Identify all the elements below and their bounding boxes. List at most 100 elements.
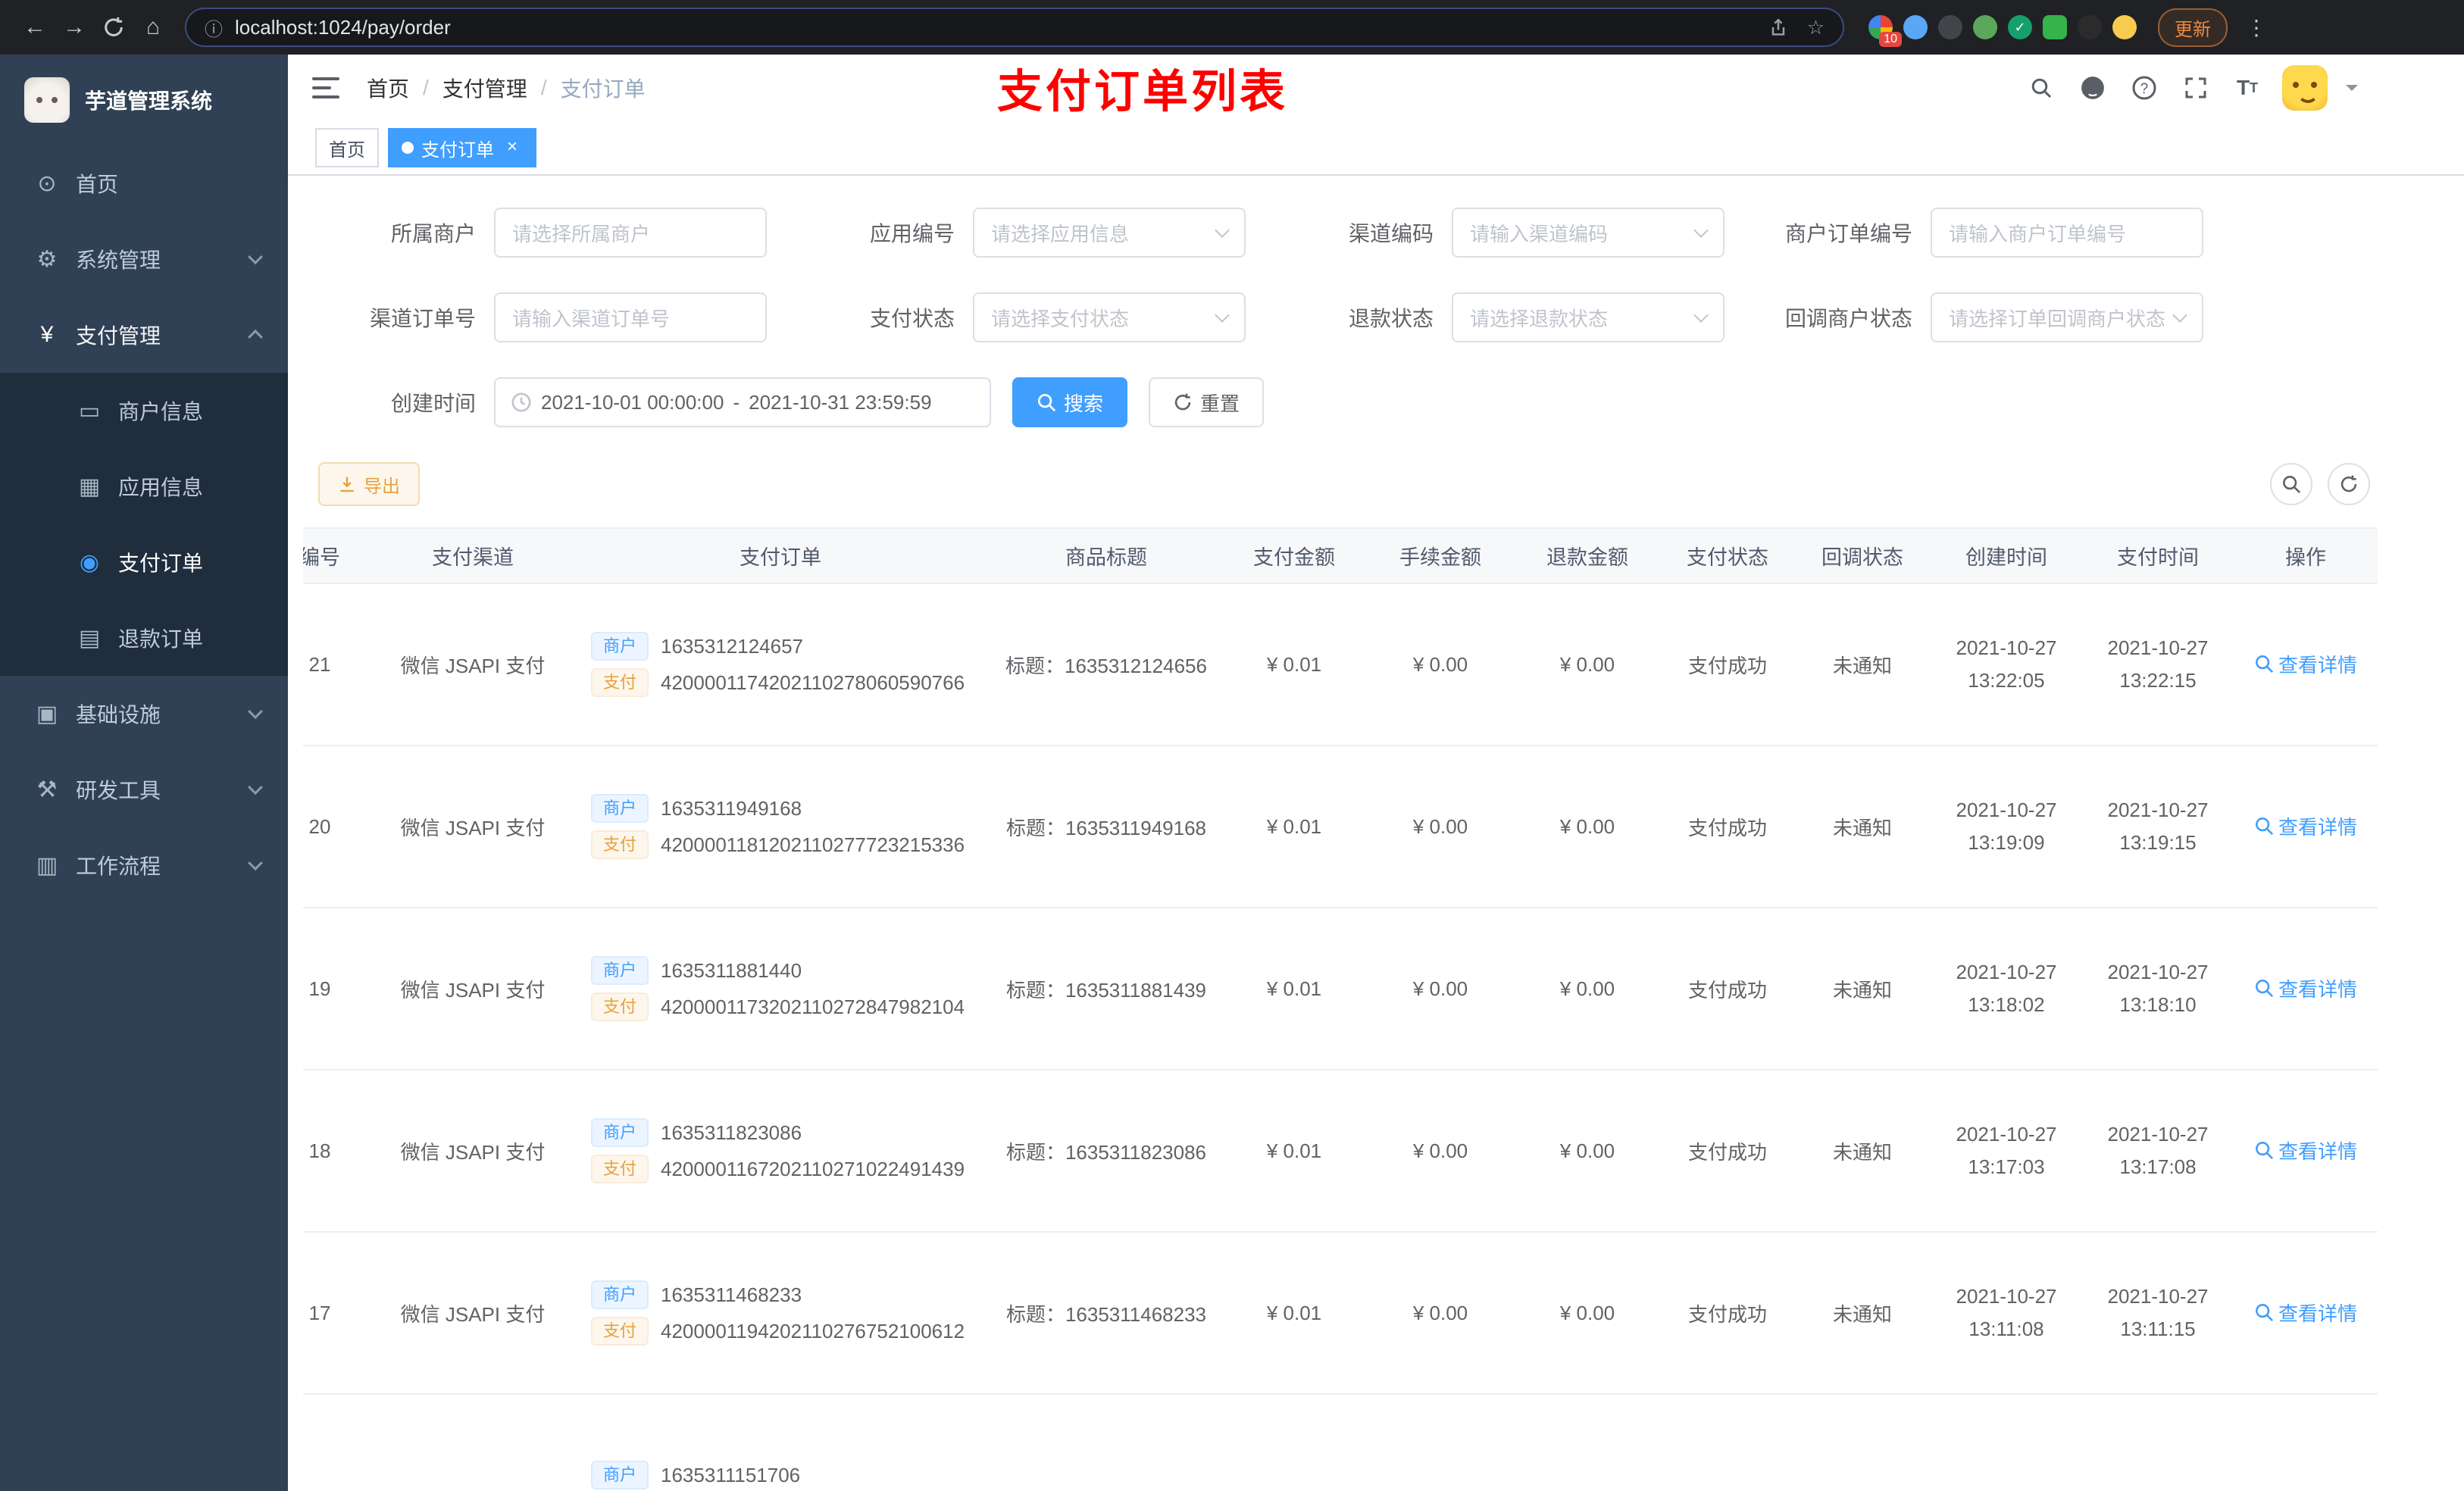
share-icon[interactable] [1768,17,1789,38]
callback-status-label: 回调商户状态 [1784,307,1912,330]
sidebar-item-infra[interactable]: ▣ 基础设施 [0,676,288,752]
cell-action: 查看详情 [2234,746,2378,908]
bookmark-star-icon[interactable]: ☆ [1807,16,1825,39]
search-icon [2254,1140,2274,1160]
search-icon [2254,978,2274,998]
table-settings [2270,463,2370,505]
sidebar-item-merchant-info[interactable]: ▭ 商户信息 [0,373,288,449]
placeholder-text: 请输入渠道订单号 [512,307,671,330]
sidebar-item-refund-order[interactable]: ▤ 退款订单 [0,600,288,676]
browser-update-button[interactable]: 更新 [2158,8,2228,47]
toggle-search-button[interactable] [2270,463,2312,505]
channel-code-select[interactable]: 请输入渠道编码 [1452,208,1724,258]
date-range-picker[interactable]: 2021-10-01 00:00:00 - 2021-10-31 23:59:5… [494,377,991,427]
reset-button[interactable]: 重置 [1149,377,1265,427]
forward-icon[interactable]: → [55,8,94,47]
chevron-down-icon [2172,308,2187,323]
logo-avatar [24,77,70,123]
cell-pay-time [2082,1394,2234,1491]
date-start-value[interactable]: 2021-10-01 00:00:00 [541,391,724,414]
dark-extension-icon[interactable] [1938,15,1962,39]
address-bar[interactable]: ⓘ localhost:1024/pay/order ☆ [185,8,1844,47]
orders-table-wrap: 编号 支付渠道 支付订单 商品标题 支付金额 手续金额 退款金额 支付状态 回调状态 创建时间 支付… [303,527,2378,1491]
cell-fee: ¥ 0.00 [1367,1070,1514,1233]
cell-title: 标题：1635311823086 [991,1070,1221,1233]
pin-extension-icon[interactable] [2078,15,2102,39]
extension-icons: 10 ✓ [1868,15,2137,47]
monitor-icon: ▣ [36,701,58,727]
breadcrumb-item[interactable]: 支付管理 [442,73,527,103]
home-icon[interactable]: ⌂ [133,8,173,47]
view-detail-link[interactable]: 查看详情 [2254,650,2357,678]
sidebar-item-dev-tools[interactable]: ⚒ 研发工具 [0,752,288,827]
sidebar-item-pay[interactable]: ¥ 支付管理 [0,297,288,373]
sidebar-item-pay-order[interactable]: ◉ 支付订单 [0,524,288,600]
help-icon[interactable]: ? [2128,71,2161,105]
callback-status-select[interactable]: 请选择订单回调商户状态 [1931,292,2203,342]
user-avatar[interactable] [2282,65,2328,111]
create-date: 2021-10-27 [1956,636,2057,660]
merchant-label: 所属商户 [390,222,476,245]
collapse-sidebar-icon[interactable] [312,77,339,98]
chevron-down-icon[interactable] [2346,85,2358,97]
smiley-extension-icon[interactable] [2112,15,2137,39]
app-logo[interactable]: 芋道管理系统 [0,55,288,145]
app-no-field: 应用编号 请选择应用信息 [797,208,1246,258]
filter-row: 所属商户 请选择所属商户 应用编号 请选择应用信息 渠道编码 请输入渠道编码 商户订单编号 请… [318,208,2464,258]
green-dot-extension-icon[interactable] [1973,15,1997,39]
create-time: 13:11:08 [1968,1318,2044,1340]
download-icon [340,477,354,492]
chevron-down-icon [1693,308,1709,323]
cell-amount: ¥ 0.01 [1221,908,1367,1071]
search-button[interactable]: 搜索 [1012,377,1128,427]
drop-extension-icon[interactable] [1903,15,1928,39]
placeholder-text: 请输入渠道编码 [1470,222,1609,245]
create-time: 13:22:05 [1968,669,2045,692]
browser-chrome: ← → ⌂ ⓘ localhost:1024/pay/order ☆ 10 ✓ 更… [0,0,2464,55]
cell-action: 查看详情 [2234,583,2378,746]
fullscreen-icon[interactable] [2179,71,2212,105]
breadcrumb-item[interactable]: 首页 [367,73,409,103]
url-text[interactable]: localhost:1024/pay/order [235,16,1750,39]
browser-menu-icon[interactable]: ⋮ [2240,15,2273,40]
date-end-value[interactable]: 2021-10-31 23:59:59 [749,391,931,414]
sidebar-item-system[interactable]: ⚙ 系统管理 [0,221,288,297]
search-icon [2254,654,2274,674]
merchant-tag: 商户 [591,632,649,661]
font-size-icon[interactable]: TT [2231,71,2264,105]
pay-status-select[interactable]: 请选择支付状态 [973,292,1246,342]
refund-status-select[interactable]: 请选择退款状态 [1452,292,1724,342]
cell-id [303,1394,376,1491]
pay-date: 2021-10-27 [2107,799,2209,822]
view-detail-link[interactable]: 查看详情 [2254,1136,2357,1164]
merchant-input[interactable]: 请选择所属商户 [494,208,767,258]
view-detail-link[interactable]: 查看详情 [2254,974,2357,1002]
close-icon[interactable]: × [502,137,523,158]
app-no-select[interactable]: 请选择应用信息 [973,208,1246,258]
view-detail-link[interactable]: 查看详情 [2254,1299,2357,1327]
cell-title: 标题：1635311949168 [991,746,1221,908]
sidebar-item-app-info[interactable]: ▦ 应用信息 [0,449,288,524]
sidebar-item-workflow[interactable]: ▥ 工作流程 [0,827,288,903]
green-square-extension-icon[interactable] [2043,15,2067,39]
search-icon[interactable] [2025,71,2058,105]
tab-active[interactable]: 支付订单 × [388,128,536,167]
cell-pay-order: 商户 1635311823086 支付 42000011672021102710224… [570,1070,991,1233]
sidebar-item-home[interactable]: ⊙ 首页 [0,145,288,221]
page-title-annotation: 支付订单列表 [997,66,1288,117]
site-info-icon[interactable]: ⓘ [205,14,223,41]
view-detail-link[interactable]: 查看详情 [2254,812,2357,840]
reload-icon[interactable] [94,8,133,47]
search-icon [2254,816,2274,836]
check-extension-icon[interactable]: ✓ [2008,15,2032,39]
column-header: 支付订单 [570,529,991,584]
tab-item[interactable]: 首页 [315,128,379,167]
merchant-order-no-input[interactable]: 请输入商户订单编号 [1931,208,2203,258]
refresh-table-button[interactable] [2328,463,2370,505]
export-button[interactable]: 导出 [318,462,420,506]
extensions-grid-icon[interactable]: 10 [1868,15,1902,47]
channel-order-no-input[interactable]: 请输入渠道订单号 [494,292,767,342]
cell-title: 标题：1635312124656 [991,583,1221,746]
github-icon[interactable] [2076,71,2109,105]
back-icon[interactable]: ← [15,8,55,47]
